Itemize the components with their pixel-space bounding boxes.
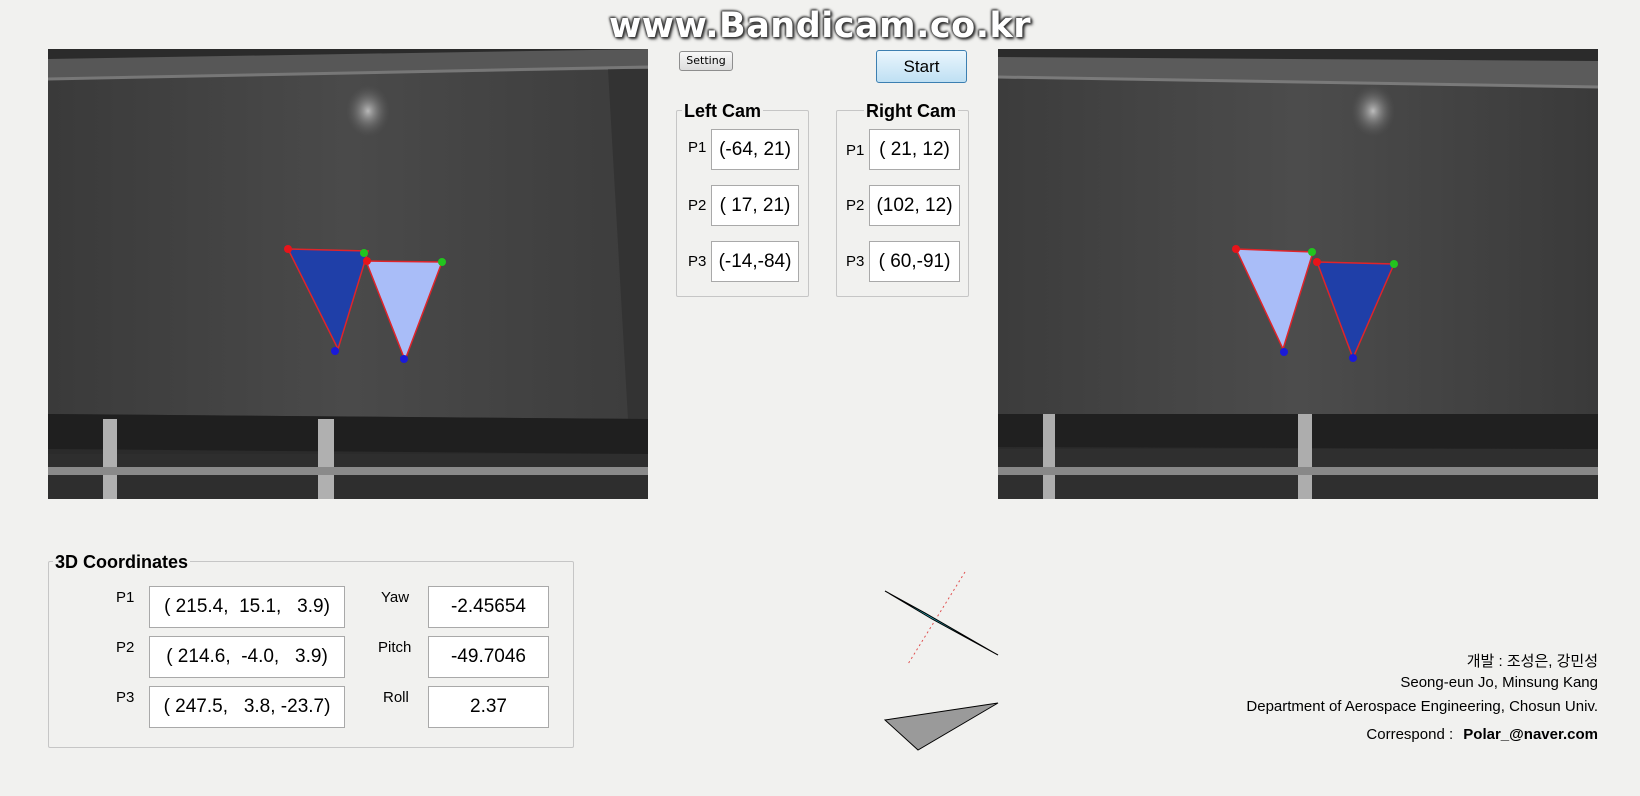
left-p2-label: P2 (688, 197, 707, 214)
left-p1-label: P1 (688, 139, 707, 156)
credits-department: Department of Aerospace Engineering, Cho… (1246, 698, 1598, 715)
coords3d-p3-label: P3 (116, 689, 135, 706)
right-p3-label: P3 (846, 253, 865, 270)
left-cam-title: Left Cam (682, 101, 764, 121)
start-button[interactable]: Start (876, 50, 967, 83)
left-p3-field: (-14,-84) (711, 241, 799, 282)
yaw-label: Yaw (381, 589, 410, 606)
coords3d-p3-field: ( 247.5, 3.8, -23.7) (149, 686, 345, 728)
right-p2-field: (102, 12) (869, 185, 960, 226)
coords3d-p2-field: ( 214.6, -4.0, 3.9) (149, 636, 345, 678)
right-camera-view (998, 49, 1598, 499)
left-camera-view (48, 49, 648, 499)
pitch-label: Pitch (378, 639, 412, 656)
credits-correspond: Correspond : Polar_@naver.com (1366, 726, 1598, 743)
right-p2-label: P2 (846, 197, 865, 214)
yaw-field: -2.45654 (428, 586, 549, 628)
roll-label: Roll (383, 689, 409, 706)
side-view-preview (884, 571, 999, 665)
bandicam-watermark: www.Bandicam.co.kr (608, 6, 1032, 46)
credits-korean: 개발 : 조성은, 강민성 (1466, 653, 1598, 670)
top-view-preview (883, 702, 999, 751)
correspond-label: Correspond : (1366, 726, 1454, 743)
right-p3-field: ( 60,-91) (869, 241, 960, 282)
pitch-field: -49.7046 (428, 636, 549, 678)
left-p2-field: ( 17, 21) (711, 185, 799, 226)
coords3d-p1-label: P1 (116, 589, 135, 606)
right-p1-field: ( 21, 12) (869, 129, 960, 170)
roll-field: 2.37 (428, 686, 549, 728)
coords3d-p2-label: P2 (116, 639, 135, 656)
coords3d-title: 3D Coordinates (53, 552, 191, 572)
email-text: Polar_@naver.com (1463, 726, 1598, 743)
setting-button[interactable]: Setting (679, 51, 733, 71)
credits-names: Seong-eun Jo, Minsung Kang (1400, 674, 1598, 691)
left-p1-field: (-64, 21) (711, 129, 799, 170)
coords3d-p1-field: ( 215.4, 15.1, 3.9) (149, 586, 345, 628)
right-p1-label: P1 (846, 142, 865, 159)
right-cam-title: Right Cam (864, 101, 958, 121)
left-p3-label: P3 (688, 253, 707, 270)
